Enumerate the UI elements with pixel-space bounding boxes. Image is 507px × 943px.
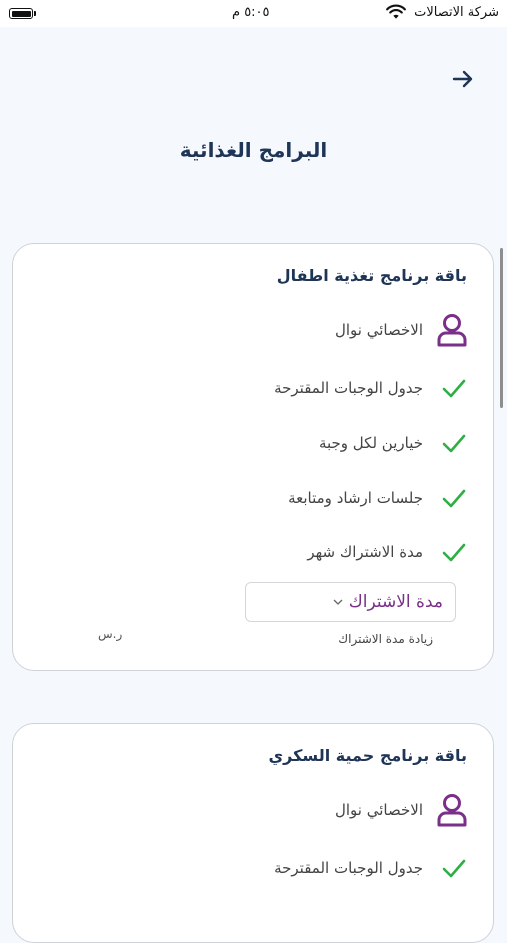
- feature-item: مدة الاشتراك شهر: [307, 541, 467, 563]
- package-title: باقة برنامج حمية السكري: [268, 746, 467, 765]
- package-card[interactable]: باقة برنامج تغذية اطفال الاخصائي نوال جد…: [12, 243, 494, 671]
- feature-text: خيارين لكل وجبة: [318, 434, 423, 452]
- battery-icon: [9, 8, 33, 19]
- chevron-down-icon: [333, 599, 343, 605]
- package-title: باقة برنامج تغذية اطفال: [276, 266, 467, 285]
- user-icon: [437, 314, 467, 347]
- select-value: مدة الاشتراك: [348, 592, 443, 612]
- battery-tip: [34, 11, 36, 16]
- feature-text: جدول الوجبات المقترحة: [274, 859, 423, 877]
- check-icon: [442, 379, 466, 398]
- package-card[interactable]: باقة برنامج حمية السكري الاخصائي نوال جد…: [12, 723, 494, 943]
- status-bar: شركة الاتصالات ٥:٠٥ م: [0, 0, 507, 27]
- scrollbar[interactable]: [500, 248, 503, 408]
- feature-item: جلسات ارشاد ومتابعة: [288, 487, 467, 509]
- wifi-icon: [386, 4, 406, 19]
- user-icon: [437, 794, 467, 827]
- check-icon: [442, 434, 466, 453]
- feature-item: خيارين لكل وجبة: [319, 432, 467, 454]
- increase-duration-label: زيادة مدة الاشتراك: [338, 632, 433, 646]
- specialist-name: الاخصائي نوال: [334, 801, 423, 819]
- subscription-duration-select[interactable]: مدة الاشتراك: [245, 582, 456, 622]
- status-time: ٥:٠٥ م: [232, 5, 270, 20]
- specialist-name: الاخصائي نوال: [334, 321, 423, 339]
- carrier-name: شركة الاتصالات: [414, 5, 499, 20]
- feature-text: جلسات ارشاد ومتابعة: [288, 489, 423, 507]
- check-icon: [442, 543, 466, 562]
- currency-label: ر.س: [98, 627, 123, 641]
- feature-item: جدول الوجبات المقترحة: [274, 377, 467, 399]
- arrow-right-icon[interactable]: [450, 66, 476, 92]
- feature-text: جدول الوجبات المقترحة: [274, 379, 423, 397]
- feature-item: جدول الوجبات المقترحة: [274, 857, 467, 879]
- specialist-row: الاخصائي نوال: [335, 792, 469, 828]
- feature-text: مدة الاشتراك شهر: [307, 543, 423, 561]
- check-icon: [442, 489, 466, 508]
- specialist-row: الاخصائي نوال: [335, 312, 469, 348]
- check-icon: [442, 859, 466, 878]
- page-title: البرامج الغذائية: [179, 138, 328, 162]
